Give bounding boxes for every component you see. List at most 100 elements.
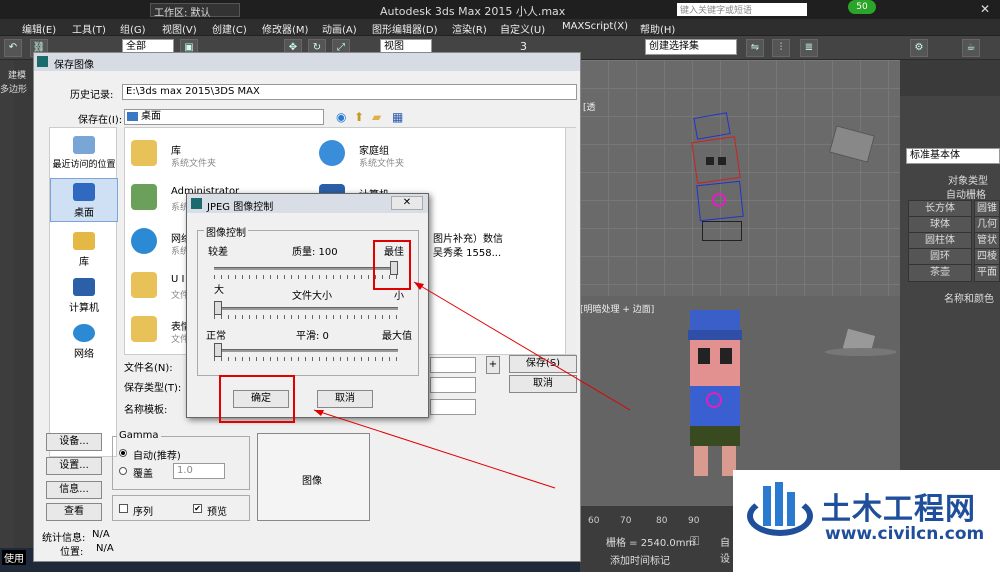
points-badge: 50 <box>848 0 876 14</box>
info-button[interactable]: 信息... <box>46 481 102 499</box>
place-library[interactable]: 库 <box>50 232 118 268</box>
close-icon[interactable]: ✕ <box>980 2 990 16</box>
filetype-select[interactable] <box>430 377 476 393</box>
menu-item[interactable]: MAXScript(X) <box>562 21 628 32</box>
list-item[interactable]: 图片补充）数信 吴秀柔 1558... <box>425 228 575 262</box>
menu-item[interactable]: 创建(C) <box>212 21 247 36</box>
smoothing-slider-thumb[interactable] <box>214 343 222 357</box>
file-list-scrollbar[interactable] <box>565 128 576 354</box>
gamma-auto-label: 自动(推荐) <box>133 451 181 462</box>
template-label: 名称模板: <box>124 405 168 416</box>
list-item[interactable]: 库 系统文件夹 <box>131 140 301 174</box>
quality-slider[interactable] <box>214 261 398 281</box>
watermark-url: www.civilcn.com <box>825 524 985 544</box>
view-button[interactable]: 查看 <box>46 503 102 521</box>
back-icon[interactable]: ◉ <box>336 110 346 124</box>
gamma-auto-radio[interactable] <box>119 449 127 457</box>
menu-item[interactable]: 编辑(E) <box>22 21 56 36</box>
settings-button[interactable]: 设置... <box>46 457 102 475</box>
viewport-top-label[interactable]: [透 <box>583 100 596 113</box>
homegroup-icon <box>319 140 345 166</box>
plus-button[interactable]: + <box>486 356 500 374</box>
menu-item[interactable]: 帮助(H) <box>640 21 675 36</box>
preview-checkbox[interactable]: ✔ <box>193 504 202 513</box>
gamma-value-spinner[interactable]: 1.0 <box>173 463 225 479</box>
app-titlebar: 工作区: 默认 Autodesk 3ds Max 2015 小人.max 键入关… <box>0 0 1000 19</box>
timeline-tick: 80 <box>656 516 668 526</box>
recent-places-icon <box>73 136 95 154</box>
civilcn-logo-icon <box>747 482 813 540</box>
folder-icon <box>131 272 157 298</box>
file-type: 系统文件夹 <box>171 159 217 169</box>
key-icon[interactable]: ⚿ <box>690 534 699 549</box>
sequence-checkbox[interactable] <box>119 504 128 513</box>
menu-item[interactable]: 动画(A) <box>322 21 357 36</box>
save-button[interactable]: 保存(S) <box>509 355 577 373</box>
highlight-ok-button <box>219 375 295 423</box>
ribbon-tab-modeling[interactable]: 建模 <box>8 68 26 81</box>
viewport-top[interactable]: [透 <box>580 60 900 296</box>
history-combo[interactable]: E:\3ds max 2015\3DS MAX <box>122 84 577 100</box>
viewport-perspective-label[interactable]: [明暗处理 + 边面] <box>580 302 654 315</box>
history-label: 历史记录: <box>70 90 114 101</box>
wireframe-figure <box>690 112 750 325</box>
view-menu-icon[interactable]: ▦ <box>392 110 403 124</box>
search-input[interactable]: 键入关键字或短语 <box>677 3 807 16</box>
filesize-slider[interactable] <box>214 301 398 321</box>
named-selection-set[interactable]: 创建选择集 <box>645 39 737 55</box>
new-folder-icon[interactable]: ▰ <box>372 110 381 124</box>
smoothing-slider[interactable] <box>214 343 398 363</box>
teapot-button[interactable]: 茶壶 <box>908 264 972 282</box>
gamma-override-radio[interactable] <box>119 467 127 475</box>
filename-input[interactable] <box>430 357 476 373</box>
render-icon[interactable]: ☕ <box>962 39 980 57</box>
file-name: 家庭组 <box>359 146 389 157</box>
render-setup-icon[interactable]: ⚙ <box>910 39 928 57</box>
place-computer[interactable]: 计算机 <box>50 278 118 314</box>
cancel-button[interactable]: 取消 <box>509 375 577 393</box>
jpeg-cancel-button[interactable]: 取消 <box>317 390 373 408</box>
preview-label: 预览 <box>207 507 227 518</box>
place-recent[interactable]: 最近访问的位置 <box>50 136 118 170</box>
menu-bar: 编辑(E) 工具(T) 组(G) 视图(V) 创建(C) 修改器(M) 动画(A) 图形编辑器… <box>0 19 1000 36</box>
menu-item[interactable]: 自定义(U) <box>500 21 545 36</box>
quality-label: 质量: 100 <box>292 247 338 258</box>
autogrid-checkbox[interactable]: 自动栅格 <box>946 186 986 201</box>
menu-item[interactable]: 渲染(R) <box>452 21 487 36</box>
gamma-title: Gamma <box>117 430 161 441</box>
menu-item[interactable]: 组(G) <box>120 21 146 36</box>
menu-item[interactable]: 修改器(M) <box>262 21 308 36</box>
menu-item[interactable]: 图形编辑器(D) <box>372 21 438 36</box>
up-folder-icon[interactable]: ⬆ <box>354 110 364 124</box>
plane-button[interactable]: 平面 <box>974 264 1000 282</box>
setup-button[interactable]: 设备... <box>46 433 102 451</box>
save-dialog-titlebar[interactable]: 保存图像 <box>34 53 580 71</box>
grid-readout: 栅格 = 2540.0mm <box>606 538 696 549</box>
character-figure <box>688 310 748 490</box>
image-preview-label: 图像 <box>302 476 322 487</box>
place-desktop[interactable]: 桌面 <box>50 178 118 222</box>
template-select[interactable] <box>430 399 476 415</box>
layer-icon[interactable]: ≣ <box>800 39 818 57</box>
undo-icon[interactable]: ↶ <box>4 39 22 57</box>
filetype-label: 保存类型(T): <box>124 383 182 394</box>
add-time-tag[interactable]: 添加时间标记 <box>610 552 670 567</box>
place-network[interactable]: 网络 <box>50 324 118 360</box>
align-icon[interactable]: ⫶ <box>772 39 790 57</box>
mirror-icon[interactable]: ⇋ <box>746 39 764 57</box>
savein-combo[interactable]: 桌面 <box>124 109 324 125</box>
network-icon <box>131 228 157 254</box>
auto-key-button[interactable]: 自 <box>720 534 730 549</box>
menu-item[interactable]: 视图(V) <box>162 21 197 36</box>
ribbon-tab-poly[interactable]: 多边形 <box>0 82 27 95</box>
category-select[interactable]: 标准基本体 <box>906 148 1000 164</box>
name-color-heading: 名称和颜色 <box>944 294 994 305</box>
workspace-label[interactable]: 工作区: 默认 <box>150 3 240 19</box>
set-key-button[interactable]: 设 <box>720 550 730 565</box>
network-icon <box>73 324 95 342</box>
list-item[interactable]: 家庭组 系统文件夹 <box>319 140 489 174</box>
menu-item[interactable]: 工具(T) <box>72 21 106 36</box>
close-icon[interactable]: ✕ <box>391 196 423 210</box>
filesize-slider-thumb[interactable] <box>214 301 222 315</box>
jpeg-dialog-titlebar[interactable]: JPEG 图像控制 ✕ <box>187 194 428 213</box>
